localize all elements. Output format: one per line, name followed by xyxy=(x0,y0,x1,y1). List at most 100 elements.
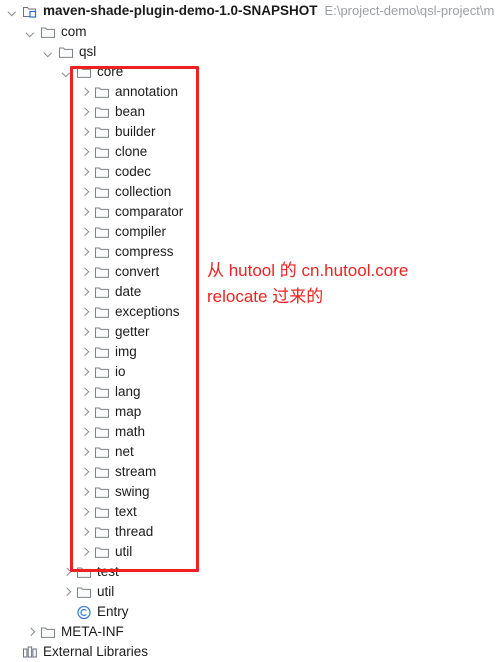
tree-node-label: util xyxy=(115,544,133,559)
chevron-right-icon[interactable] xyxy=(78,506,91,519)
tree-row-lang[interactable]: lang xyxy=(0,382,501,402)
chevron-right-icon[interactable] xyxy=(78,386,91,399)
tree-row-io[interactable]: io xyxy=(0,362,501,382)
chevron-right-icon[interactable] xyxy=(78,286,91,299)
folder-icon xyxy=(94,205,110,219)
chevron-right-icon[interactable] xyxy=(78,466,91,479)
folder-icon xyxy=(94,505,110,519)
annotation-text: 从 hutool 的 cn.hutool.core relocate 过来的 xyxy=(207,261,409,306)
tree-node-label: map xyxy=(115,404,142,419)
project-tree-panel: maven-shade-plugin-demo-1.0-SNAPSHOT E:\… xyxy=(0,0,501,659)
project-folder-icon xyxy=(22,4,38,19)
chevron-right-icon[interactable] xyxy=(60,586,73,599)
folder-icon xyxy=(94,365,110,379)
tree-row-util[interactable]: util xyxy=(0,542,501,562)
project-name-label: maven-shade-plugin-demo-1.0-SNAPSHOT xyxy=(43,3,318,18)
chevron-right-icon[interactable] xyxy=(78,446,91,459)
folder-icon xyxy=(94,445,110,459)
tree-node-label: net xyxy=(115,444,134,459)
tree-row-codec[interactable]: codec xyxy=(0,162,501,182)
tree-row-util[interactable]: util xyxy=(0,582,501,602)
folder-icon xyxy=(94,525,110,539)
chevron-right-icon[interactable] xyxy=(78,526,91,539)
folder-icon xyxy=(94,105,110,119)
chevron-right-icon[interactable] xyxy=(78,86,91,99)
chevron-right-icon[interactable] xyxy=(78,246,91,259)
tree-rows-container: com qsl core annotation bean builder clone code… xyxy=(0,22,501,662)
tree-row-text[interactable]: text xyxy=(0,502,501,522)
chevron-right-icon[interactable] xyxy=(78,166,91,179)
tree-node-label: compress xyxy=(115,244,174,259)
folder-icon xyxy=(94,325,110,339)
tree-row-annotation[interactable]: annotation xyxy=(0,82,501,102)
tree-row-qsl[interactable]: qsl xyxy=(0,42,501,62)
tree-node-label: clone xyxy=(115,144,148,159)
tree-row-thread[interactable]: thread xyxy=(0,522,501,542)
chevron-right-icon[interactable] xyxy=(78,326,91,339)
tree-row-swing[interactable]: swing xyxy=(0,482,501,502)
tree-row-compiler[interactable]: compiler xyxy=(0,222,501,242)
chevron-right-icon[interactable] xyxy=(78,146,91,159)
tree-node-label: compiler xyxy=(115,224,167,239)
tree-node-label: annotation xyxy=(115,84,179,99)
tree-row-map[interactable]: map xyxy=(0,402,501,422)
tree-row-core[interactable]: core xyxy=(0,62,501,82)
tree-row-builder[interactable]: builder xyxy=(0,122,501,142)
chevron-right-icon[interactable] xyxy=(78,266,91,279)
chevron-down-icon[interactable] xyxy=(42,46,55,59)
chevron-right-icon[interactable] xyxy=(78,126,91,139)
chevron-right-icon[interactable] xyxy=(78,546,91,559)
tree-node-label: com xyxy=(61,24,87,39)
chevron-right-icon[interactable] xyxy=(78,306,91,319)
chevron-right-icon[interactable] xyxy=(78,206,91,219)
tree-node-label: test xyxy=(97,564,119,579)
folder-icon xyxy=(94,145,110,159)
folder-icon xyxy=(94,225,110,239)
folder-icon xyxy=(94,405,110,419)
chevron-down-icon[interactable] xyxy=(24,26,37,39)
chevron-right-icon[interactable] xyxy=(78,366,91,379)
chevron-right-icon[interactable] xyxy=(78,346,91,359)
tree-row-test[interactable]: test xyxy=(0,562,501,582)
chevron-right-icon[interactable] xyxy=(78,426,91,439)
tree-row-com[interactable]: com xyxy=(0,22,501,42)
folder-icon xyxy=(94,185,110,199)
tree-row-bean[interactable]: bean xyxy=(0,102,501,122)
tree-row-comparator[interactable]: comparator xyxy=(0,202,501,222)
chevron-right-icon[interactable] xyxy=(78,106,91,119)
java-class-icon xyxy=(76,605,92,620)
tree-node-label: qsl xyxy=(79,44,97,59)
tree-row-project-root[interactable]: maven-shade-plugin-demo-1.0-SNAPSHOT E:\… xyxy=(0,0,501,22)
folder-icon xyxy=(94,265,110,279)
tree-row-getter[interactable]: getter xyxy=(0,322,501,342)
tree-node-label: lang xyxy=(115,384,141,399)
chevron-right-icon[interactable] xyxy=(78,226,91,239)
chevron-down-icon[interactable] xyxy=(6,5,19,18)
tree-node-label: util xyxy=(97,584,115,599)
tree-node-label: bean xyxy=(115,104,146,119)
tree-row-net[interactable]: net xyxy=(0,442,501,462)
tree-row-img[interactable]: img xyxy=(0,342,501,362)
tree-node-label: stream xyxy=(115,464,157,479)
tree-node-label: codec xyxy=(115,164,152,179)
tree-node-label: img xyxy=(115,344,137,359)
tree-node-label: text xyxy=(115,504,137,519)
chevron-right-icon[interactable] xyxy=(24,626,37,639)
tree-node-label: swing xyxy=(115,484,150,499)
folder-icon xyxy=(40,625,56,639)
folder-icon xyxy=(94,125,110,139)
tree-row-external-libraries[interactable]: External Libraries xyxy=(0,642,501,662)
tree-node-label: math xyxy=(115,424,146,439)
chevron-right-icon[interactable] xyxy=(78,486,91,499)
tree-node-label: External Libraries xyxy=(43,644,149,659)
tree-row-stream[interactable]: stream xyxy=(0,462,501,482)
chevron-right-icon[interactable] xyxy=(78,406,91,419)
chevron-down-icon[interactable] xyxy=(60,66,73,79)
chevron-right-icon[interactable] xyxy=(60,566,73,579)
tree-row-entry[interactable]: Entry xyxy=(0,602,501,622)
tree-row-meta-inf[interactable]: META-INF xyxy=(0,622,501,642)
tree-row-clone[interactable]: clone xyxy=(0,142,501,162)
chevron-right-icon[interactable] xyxy=(78,186,91,199)
tree-row-collection[interactable]: collection xyxy=(0,182,501,202)
tree-row-math[interactable]: math xyxy=(0,422,501,442)
